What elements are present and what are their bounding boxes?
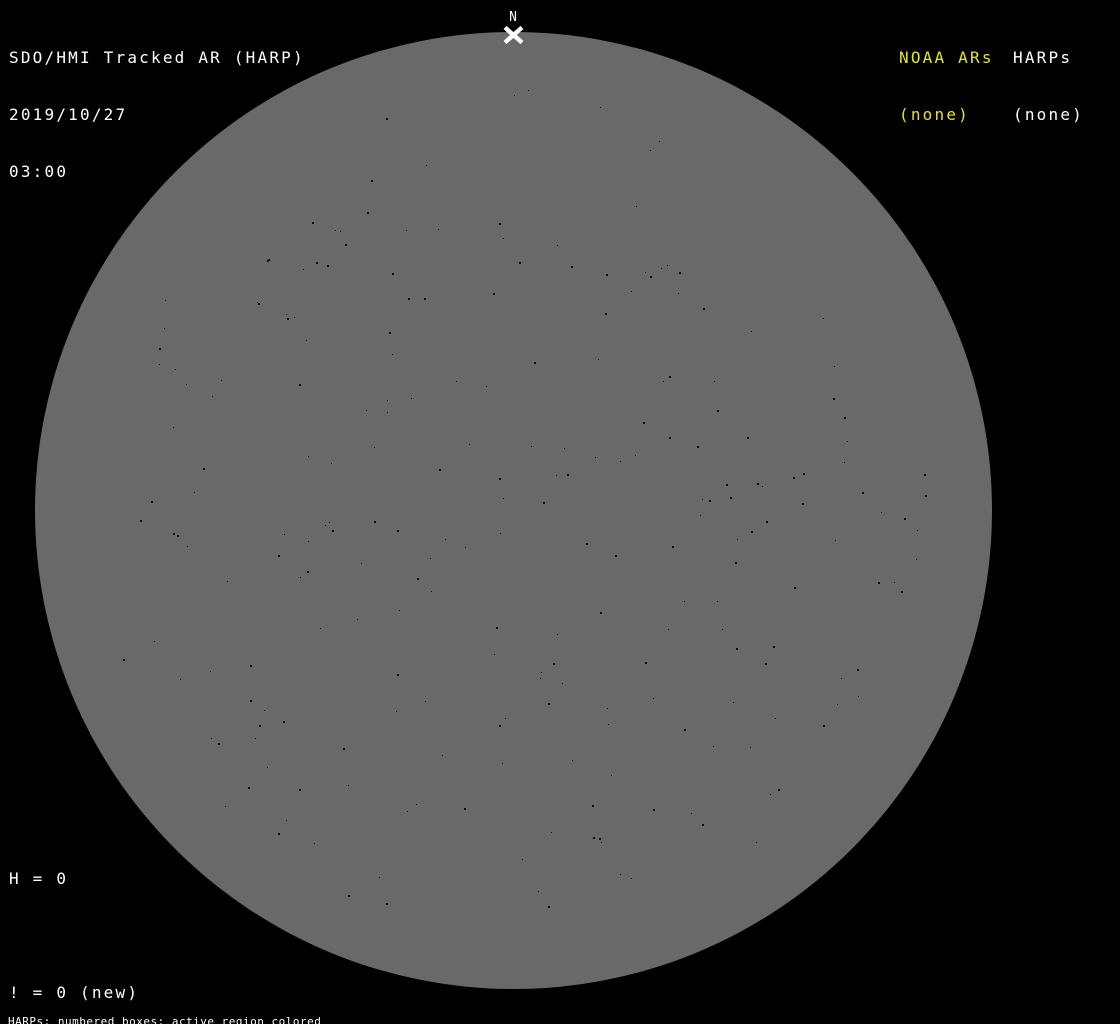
- footer-caption: HARPs: numbered boxes; active region col…: [8, 992, 421, 1024]
- date-label: 2019/10/27: [9, 105, 128, 124]
- harps-legend: HARPs (none): [1013, 10, 1084, 162]
- page-title: SDO/HMI Tracked AR (HARP): [9, 48, 305, 67]
- time-label: 03:00: [9, 162, 69, 181]
- harps-value: (none): [1013, 105, 1084, 124]
- legend-spacer: [9, 926, 234, 945]
- noaa-ars-legend: NOAA ARs (none): [899, 10, 994, 162]
- noaa-ars-label: NOAA ARs: [899, 48, 994, 67]
- north-pole-label: N: [509, 10, 517, 25]
- footer-harps-note: HARPs: numbered boxes; active region col…: [8, 1015, 322, 1024]
- north-cross-icon: [503, 26, 524, 44]
- harp-count: H = 0: [9, 869, 69, 888]
- harps-label: HARPs: [1013, 48, 1073, 67]
- title-block: SDO/HMI Tracked AR (HARP) 2019/10/27 03:…: [9, 10, 305, 219]
- noaa-ars-value: (none): [899, 105, 970, 124]
- solar-disk-view: SDO/HMI Tracked AR (HARP) 2019/10/27 03:…: [0, 0, 1120, 1024]
